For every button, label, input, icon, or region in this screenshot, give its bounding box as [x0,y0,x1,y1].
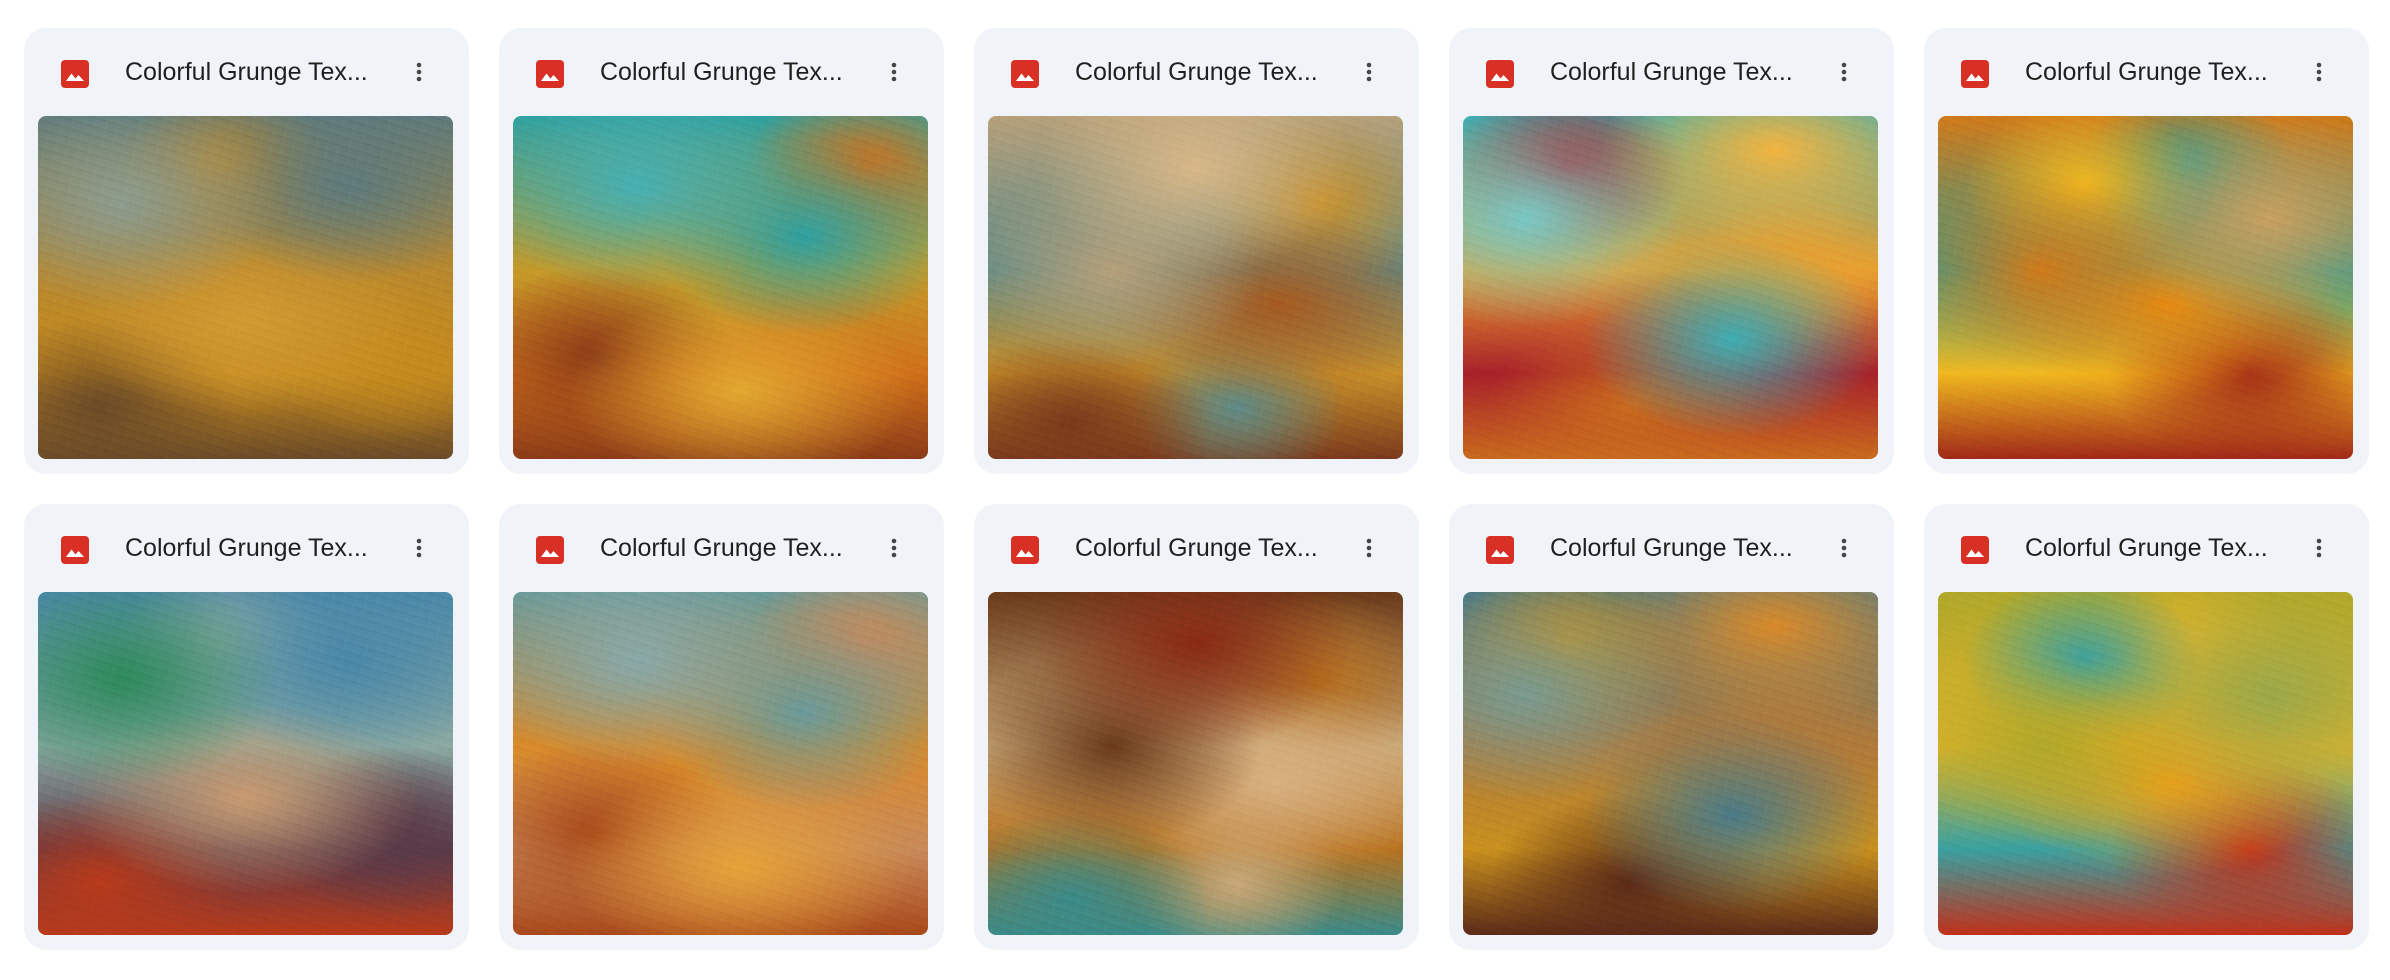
file-card[interactable]: Colorful Grunge Tex... [1924,504,2369,950]
image-file-icon [1959,534,1991,566]
more-actions-button[interactable] [874,528,914,568]
file-card[interactable]: Colorful Grunge Tex... [1924,28,2369,474]
file-card-header: Colorful Grunge Tex... [1924,28,2369,116]
more-vert-icon [1841,62,1847,82]
image-thumbnail[interactable] [1463,116,1878,459]
more-vert-icon [1366,62,1372,82]
image-file-icon [534,58,566,90]
more-vert-icon [2316,62,2322,82]
file-name[interactable]: Colorful Grunge Tex... [1550,54,1825,90]
file-card[interactable]: Colorful Grunge Tex... [1449,504,1894,950]
image-thumbnail[interactable] [38,116,453,459]
file-card-header: Colorful Grunge Tex... [499,504,944,592]
image-file-icon [59,58,91,90]
image-thumbnail[interactable] [513,592,928,935]
file-name[interactable]: Colorful Grunge Tex... [1550,530,1825,566]
more-actions-button[interactable] [2299,528,2339,568]
more-actions-button[interactable] [1824,528,1864,568]
file-card[interactable]: Colorful Grunge Tex... [1449,28,1894,474]
thumbnail-grain [1938,592,2353,935]
more-vert-icon [891,538,897,558]
more-actions-button[interactable] [1349,52,1389,92]
thumbnail-grain [1938,116,2353,459]
file-card-header: Colorful Grunge Tex... [1449,504,1894,592]
more-actions-button[interactable] [1349,528,1389,568]
more-actions-button[interactable] [1824,52,1864,92]
image-thumbnail[interactable] [988,592,1403,935]
more-vert-icon [891,62,897,82]
file-card-header: Colorful Grunge Tex... [1449,28,1894,116]
file-name[interactable]: Colorful Grunge Tex... [600,530,875,566]
more-actions-button[interactable] [2299,52,2339,92]
more-actions-button[interactable] [399,52,439,92]
more-vert-icon [1366,538,1372,558]
file-name[interactable]: Colorful Grunge Tex... [125,54,400,90]
file-name[interactable]: Colorful Grunge Tex... [600,54,875,90]
file-card-header: Colorful Grunge Tex... [1924,504,2369,592]
thumbnail-grain [513,116,928,459]
image-file-icon [1009,58,1041,90]
file-name[interactable]: Colorful Grunge Tex... [2025,54,2300,90]
file-card-header: Colorful Grunge Tex... [974,504,1419,592]
image-file-icon [1009,534,1041,566]
image-thumbnail[interactable] [1463,592,1878,935]
more-actions-button[interactable] [399,528,439,568]
image-file-icon [1484,534,1516,566]
file-name[interactable]: Colorful Grunge Tex... [1075,530,1350,566]
more-vert-icon [2316,538,2322,558]
file-card[interactable]: Colorful Grunge Tex... [499,504,944,950]
image-thumbnail[interactable] [513,116,928,459]
image-thumbnail[interactable] [988,116,1403,459]
file-name[interactable]: Colorful Grunge Tex... [125,530,400,566]
file-name[interactable]: Colorful Grunge Tex... [1075,54,1350,90]
thumbnail-grain [1463,592,1878,935]
more-vert-icon [416,538,422,558]
image-thumbnail[interactable] [38,592,453,935]
image-file-icon [1959,58,1991,90]
thumbnail-grain [988,116,1403,459]
file-card-header: Colorful Grunge Tex... [24,504,469,592]
file-card-header: Colorful Grunge Tex... [974,28,1419,116]
image-file-icon [1484,58,1516,90]
file-card[interactable]: Colorful Grunge Tex... [499,28,944,474]
file-card[interactable]: Colorful Grunge Tex... [24,28,469,474]
image-file-icon [59,534,91,566]
image-thumbnail[interactable] [1938,116,2353,459]
file-card[interactable]: Colorful Grunge Tex... [974,504,1419,950]
file-name[interactable]: Colorful Grunge Tex... [2025,530,2300,566]
thumbnail-grain [38,592,453,935]
thumbnail-grain [513,592,928,935]
file-grid: Colorful Grunge Tex... Colorful Grunge T… [24,28,2369,950]
more-vert-icon [1841,538,1847,558]
thumbnail-grain [988,592,1403,935]
thumbnail-grain [38,116,453,459]
file-card[interactable]: Colorful Grunge Tex... [24,504,469,950]
more-actions-button[interactable] [874,52,914,92]
file-card-header: Colorful Grunge Tex... [24,28,469,116]
file-card[interactable]: Colorful Grunge Tex... [974,28,1419,474]
file-card-header: Colorful Grunge Tex... [499,28,944,116]
image-file-icon [534,534,566,566]
thumbnail-grain [1463,116,1878,459]
image-thumbnail[interactable] [1938,592,2353,935]
more-vert-icon [416,62,422,82]
